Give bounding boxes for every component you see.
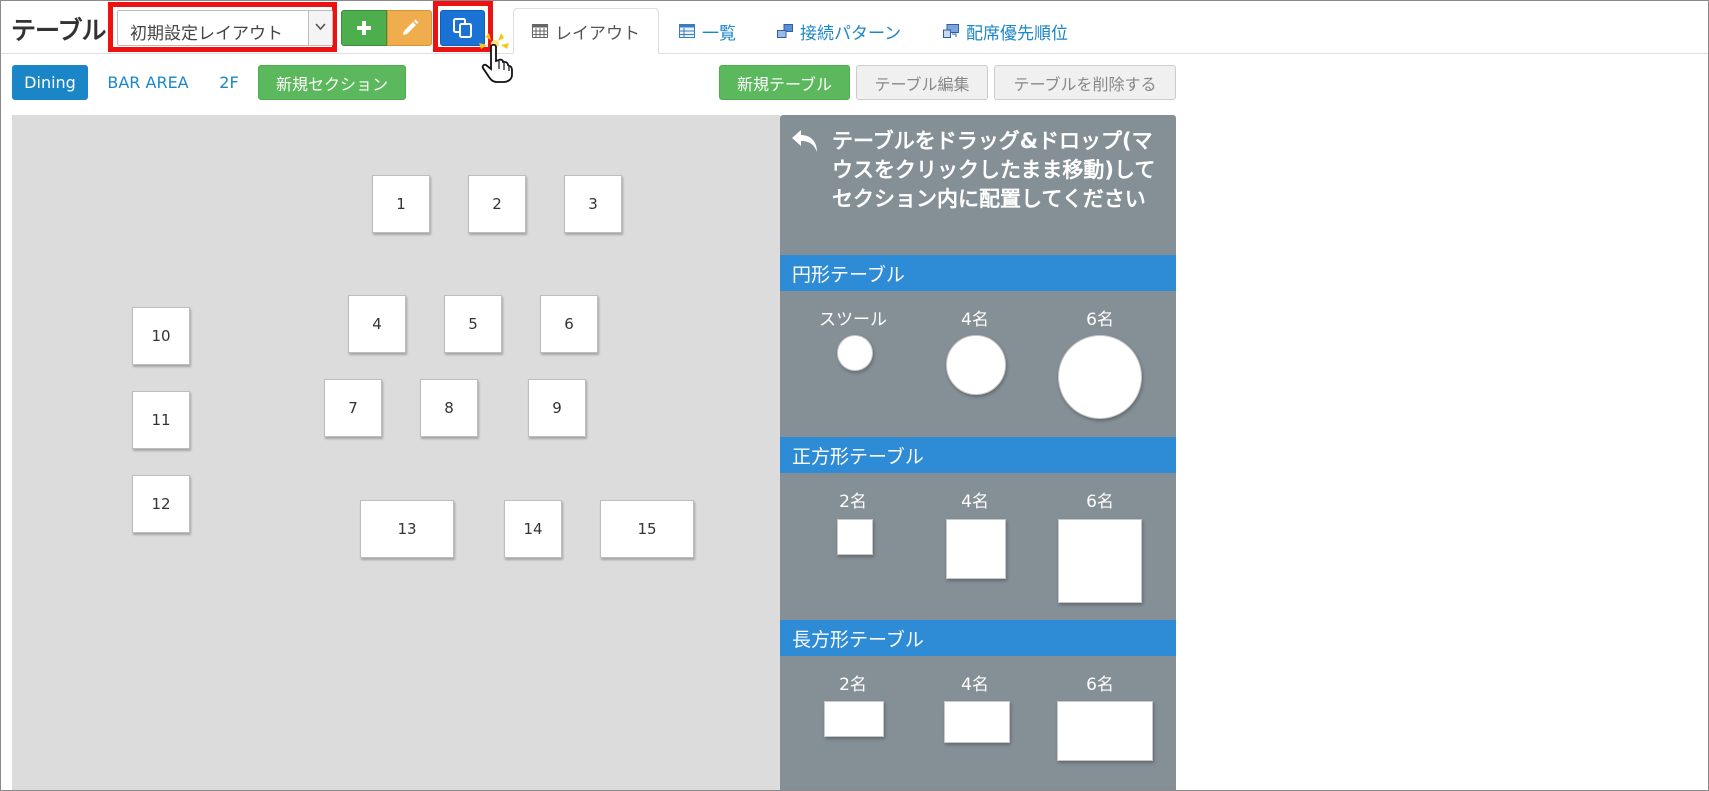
tab-connection-pattern[interactable]: 接続パターン [777,8,901,54]
tab-seating-priority-label: 配席優先順位 [966,23,1068,44]
section-tab-2f[interactable]: 2F [211,65,247,100]
section-tab-dining[interactable]: Dining [12,65,88,100]
table-8[interactable]: 8 [420,379,478,437]
tab-list-label: 一覧 [702,23,736,44]
table-3[interactable]: 3 [564,175,622,233]
round-table-stool[interactable] [837,335,873,371]
round-table-6[interactable] [1058,335,1142,419]
edit-table-button[interactable]: テーブル編集 [856,65,988,100]
table-13[interactable]: 13 [360,500,454,558]
floor-canvas[interactable]: 1 2 3 4 5 6 7 8 9 10 11 12 13 14 15 [12,115,780,790]
calendar-grid-icon [532,24,548,38]
plus-icon [357,21,371,35]
table-5[interactable]: 5 [444,295,502,353]
round-label-6: 6名 [1086,310,1114,330]
table-4[interactable]: 4 [348,295,406,353]
tab-connection-pattern-label: 接続パターン [800,23,902,44]
table-10[interactable]: 10 [132,307,190,365]
rect-table-6[interactable] [1057,701,1153,761]
edit-layout-button[interactable] [387,10,432,46]
table-1[interactable]: 1 [372,175,430,233]
table-14[interactable]: 14 [504,500,562,558]
section-tab-bar-area[interactable]: BAR AREA [98,65,198,100]
tab-layout-label: レイアウト [555,23,640,44]
table-7[interactable]: 7 [324,379,382,437]
layout-select[interactable]: 初期設定レイアウト [117,10,333,46]
tab-seating-priority[interactable]: 配席優先順位 [943,8,1068,54]
round-table-4[interactable] [946,335,1006,395]
round-label-stool: スツール [819,310,887,330]
link-squares-icon [777,24,793,38]
tab-layout[interactable]: レイアウト [513,8,659,54]
tab-list[interactable]: 一覧 [679,8,736,54]
rect-table-header: 長方形テーブル [780,620,1176,656]
rect-label-6: 6名 [1086,675,1114,695]
table-15[interactable]: 15 [600,500,694,558]
chevron-down-icon[interactable] [308,11,332,45]
table-6[interactable]: 6 [540,295,598,353]
palette-instruction: テーブルをドラッグ&ドロップ(マウスをクリックしたまま移動)してセクション内に配… [832,129,1156,211]
rect-label-2: 2名 [839,675,867,695]
table-palette: テーブルをドラッグ&ドロップ(マウスをクリックしたまま移動)してセクション内に配… [780,115,1176,790]
round-table-header: 円形テーブル [780,255,1176,291]
add-layout-button[interactable] [341,10,387,46]
rect-table-4[interactable] [944,701,1010,743]
new-section-button[interactable]: 新規セクション [258,65,406,100]
priority-icon [943,24,959,38]
delete-table-button[interactable]: テーブルを削除する [994,65,1176,100]
square-table-header: 正方形テーブル [780,437,1176,473]
round-label-4: 4名 [961,310,989,330]
rect-table-2[interactable] [824,701,884,737]
square-label-2: 2名 [839,492,867,512]
page-title: テーブル [11,16,107,45]
table-9[interactable]: 9 [528,379,586,437]
table-2[interactable]: 2 [468,175,526,233]
square-label-6: 6名 [1086,492,1114,512]
header: テーブル 初期設定レイアウト レイアウト 一覧 接続パターン 配席優先順位 [1,1,1708,54]
undo-arrow-icon [792,130,817,152]
hand-pointer-icon [479,33,513,83]
app-frame: テーブル 初期設定レイアウト レイアウト 一覧 接続パターン 配席優先順位 Di… [0,0,1709,791]
new-table-button[interactable]: 新規テーブル [719,65,850,100]
table-11[interactable]: 11 [132,391,190,449]
rect-label-4: 4名 [961,675,989,695]
square-table-6[interactable] [1058,519,1142,603]
pencil-icon [402,19,418,35]
table-12[interactable]: 12 [132,475,190,533]
square-table-4[interactable] [946,519,1006,579]
layout-select-value: 初期設定レイアウト [130,24,283,44]
square-label-4: 4名 [961,492,989,512]
table-list-icon [679,24,695,38]
square-table-2[interactable] [837,519,873,555]
